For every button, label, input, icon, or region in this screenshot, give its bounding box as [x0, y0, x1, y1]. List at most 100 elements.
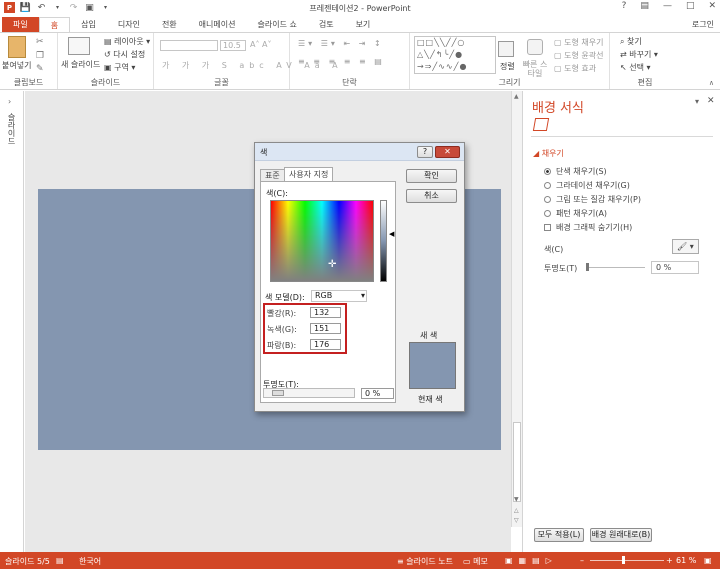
zoom-slider-thumb[interactable] — [622, 556, 625, 564]
font-name-field[interactable] — [160, 40, 218, 51]
apply-to-all-button[interactable]: 모두 적용(L) — [534, 528, 584, 542]
transparency-slider-track[interactable] — [586, 267, 645, 268]
fill-option-pattern[interactable]: 패턴 채우기(A) — [544, 208, 607, 219]
section-button[interactable]: ▣ 구역 ▾ — [104, 62, 135, 73]
hide-bg-graphics[interactable]: 배경 그래픽 숨기기(H) — [544, 222, 632, 233]
new-slide-icon[interactable] — [68, 37, 90, 55]
find-button[interactable]: ⌕ 찾기 — [620, 36, 642, 47]
align-icons[interactable]: ≡ ≡ ≡ ≡ ≡ ▤ — [298, 57, 385, 66]
color-model-select[interactable]: RGB ▾ — [311, 290, 367, 302]
dialog-close-icon[interactable]: ✕ — [435, 146, 460, 158]
tab-file[interactable]: 파일 — [2, 17, 39, 32]
colors-label: 색(C): — [266, 189, 288, 198]
shape-effects-button[interactable]: ▢ 도형 효과 — [554, 63, 596, 74]
next-slide-icon[interactable]: ▽ — [514, 517, 519, 524]
cut-icon[interactable]: ✂ — [36, 37, 44, 47]
quick-styles-button[interactable]: 빠른 스타일 — [522, 60, 548, 78]
minimize-icon[interactable]: — — [663, 1, 672, 11]
zoom-level[interactable]: 61 % — [676, 556, 696, 565]
fill-category-icon[interactable] — [532, 118, 550, 131]
grow-font-icon[interactable]: A˄ A˅ — [250, 40, 272, 49]
shapes-gallery[interactable]: □□╲╲╱╱○ △╲╱↰╰╱● →⇒╱∿∿╱● — [414, 36, 496, 74]
notes-button[interactable]: ≡ 슬라이드 노트 — [397, 556, 453, 567]
quick-styles-icon[interactable] — [527, 39, 543, 55]
blue-input[interactable]: 176 — [310, 339, 341, 350]
ribbon-display-icon[interactable]: ▤ — [640, 1, 649, 11]
transparency-slider-thumb[interactable] — [586, 263, 589, 271]
paste-button[interactable]: 붙여넣기 — [2, 60, 31, 71]
red-input[interactable]: 132 — [310, 307, 341, 318]
gradient-fill-radio[interactable] — [544, 182, 551, 189]
replace-button[interactable]: ⇄ 바꾸기 ▾ — [620, 49, 658, 60]
new-slide-button[interactable]: 새 슬라이드 — [61, 59, 100, 70]
reset-background-button[interactable]: 배경 원래대로(B) — [590, 528, 652, 542]
login-link[interactable]: 로그인 — [692, 19, 714, 30]
vertical-scrollbar[interactable]: ▲ ▼ △ ▽ — [511, 91, 522, 527]
slides-label: 슬라이드 — [90, 78, 121, 87]
shape-fill-label: 도형 채우기 — [564, 38, 604, 47]
expand-thumbnails-icon[interactable]: › — [8, 97, 11, 106]
tab-transitions[interactable]: 전환 — [151, 17, 188, 32]
layout-button[interactable]: ▤ 레이아웃 ▾ — [104, 36, 150, 47]
fill-option-solid[interactable]: 단색 채우기(S) — [544, 166, 607, 177]
ok-button[interactable]: 확인 — [406, 169, 457, 183]
tab-insert[interactable]: 삽입 — [70, 17, 107, 32]
pattern-fill-radio[interactable] — [544, 210, 551, 217]
green-input[interactable]: 151 — [310, 323, 341, 334]
pane-close-icon[interactable]: ✕ — [707, 96, 715, 106]
scroll-down-icon[interactable]: ▼ — [514, 496, 519, 503]
dialog-transparency-input[interactable]: 0 % — [361, 388, 394, 399]
close-icon[interactable]: ✕ — [708, 1, 716, 11]
pane-options-icon[interactable]: ▾ — [695, 97, 699, 106]
collapse-ribbon-icon[interactable]: ∧ — [709, 79, 714, 87]
arrange-icon[interactable] — [498, 41, 514, 57]
comments-button[interactable]: ▭ 메모 — [463, 556, 488, 567]
cancel-button[interactable]: 취소 — [406, 189, 457, 203]
fit-to-window-icon[interactable]: ▣ — [704, 556, 712, 565]
maximize-icon[interactable]: □ — [686, 1, 695, 11]
zoom-in-icon[interactable]: + — [666, 556, 673, 565]
language-indicator[interactable]: 한국어 — [79, 556, 101, 567]
tab-design[interactable]: 디자인 — [107, 17, 151, 32]
dialog-help-button[interactable]: ? — [417, 146, 433, 158]
picture-fill-radio[interactable] — [544, 196, 551, 203]
shape-outline-button[interactable]: ▢ 도형 윤곽선 — [554, 50, 603, 61]
zoom-slider-track[interactable] — [590, 560, 664, 561]
luminance-slider[interactable] — [380, 200, 387, 282]
scroll-up-icon[interactable]: ▲ — [514, 93, 519, 100]
spellcheck-icon[interactable]: ▤ — [56, 556, 64, 565]
paste-icon[interactable] — [8, 36, 26, 58]
shape-fill-button[interactable]: ▢ 도형 채우기 — [554, 37, 603, 48]
zoom-out-icon[interactable]: – — [580, 556, 584, 565]
scrollbar-thumb[interactable] — [513, 422, 521, 502]
fill-option-gradient[interactable]: 그라데이션 채우기(G) — [544, 180, 630, 191]
luminance-arrow-icon[interactable]: ◀ — [389, 230, 394, 238]
chevron-down-icon: ▾ — [360, 291, 365, 300]
help-icon[interactable]: ? — [622, 1, 627, 11]
reset-button[interactable]: ↺ 다시 설정 — [104, 49, 145, 60]
dialog-transparency-thumb[interactable] — [272, 390, 284, 396]
tab-animations[interactable]: 애니메이션 — [188, 17, 247, 32]
transparency-value-field[interactable]: 0 % — [651, 261, 699, 274]
tab-custom[interactable]: 사용자 지정 — [284, 167, 334, 182]
solid-fill-radio[interactable] — [544, 168, 551, 175]
tab-view[interactable]: 보기 — [345, 17, 382, 32]
copy-icon[interactable]: ❐ — [36, 51, 44, 61]
tab-home[interactable]: 홈 — [38, 17, 71, 32]
list-icons[interactable]: ☰▾ ☰▾ ⇤ ⇥ ↕ — [298, 39, 384, 48]
color-spectrum[interactable]: ✛ — [270, 200, 374, 282]
prev-slide-icon[interactable]: △ — [514, 507, 519, 514]
fill-section-header[interactable]: ◢ 채우기 — [533, 148, 564, 159]
tab-review[interactable]: 검토 — [308, 17, 345, 32]
fill-option-picture[interactable]: 그림 또는 질감 채우기(P) — [544, 194, 641, 205]
dialog-transparency-slider[interactable] — [263, 388, 355, 398]
arrange-button[interactable]: 정렬 — [500, 61, 515, 72]
view-buttons[interactable]: ▣▦▤▷ — [505, 556, 558, 565]
format-painter-icon[interactable]: ✎ — [36, 64, 44, 74]
select-button[interactable]: ↖ 선택 ▾ — [620, 62, 651, 73]
color-picker-button[interactable]: 🖌︎ ▾ — [672, 239, 699, 254]
hide-bg-checkbox[interactable] — [544, 224, 551, 231]
drawing-group: □□╲╲╱╱○ △╲╱↰╰╱● →⇒╱∿∿╱● 정렬 빠른 스타일 ▢ 도형 채우기… — [410, 33, 610, 89]
tab-slideshow[interactable]: 슬라이드 쇼 — [246, 17, 307, 32]
font-size-field[interactable]: 10.5 — [220, 40, 246, 51]
